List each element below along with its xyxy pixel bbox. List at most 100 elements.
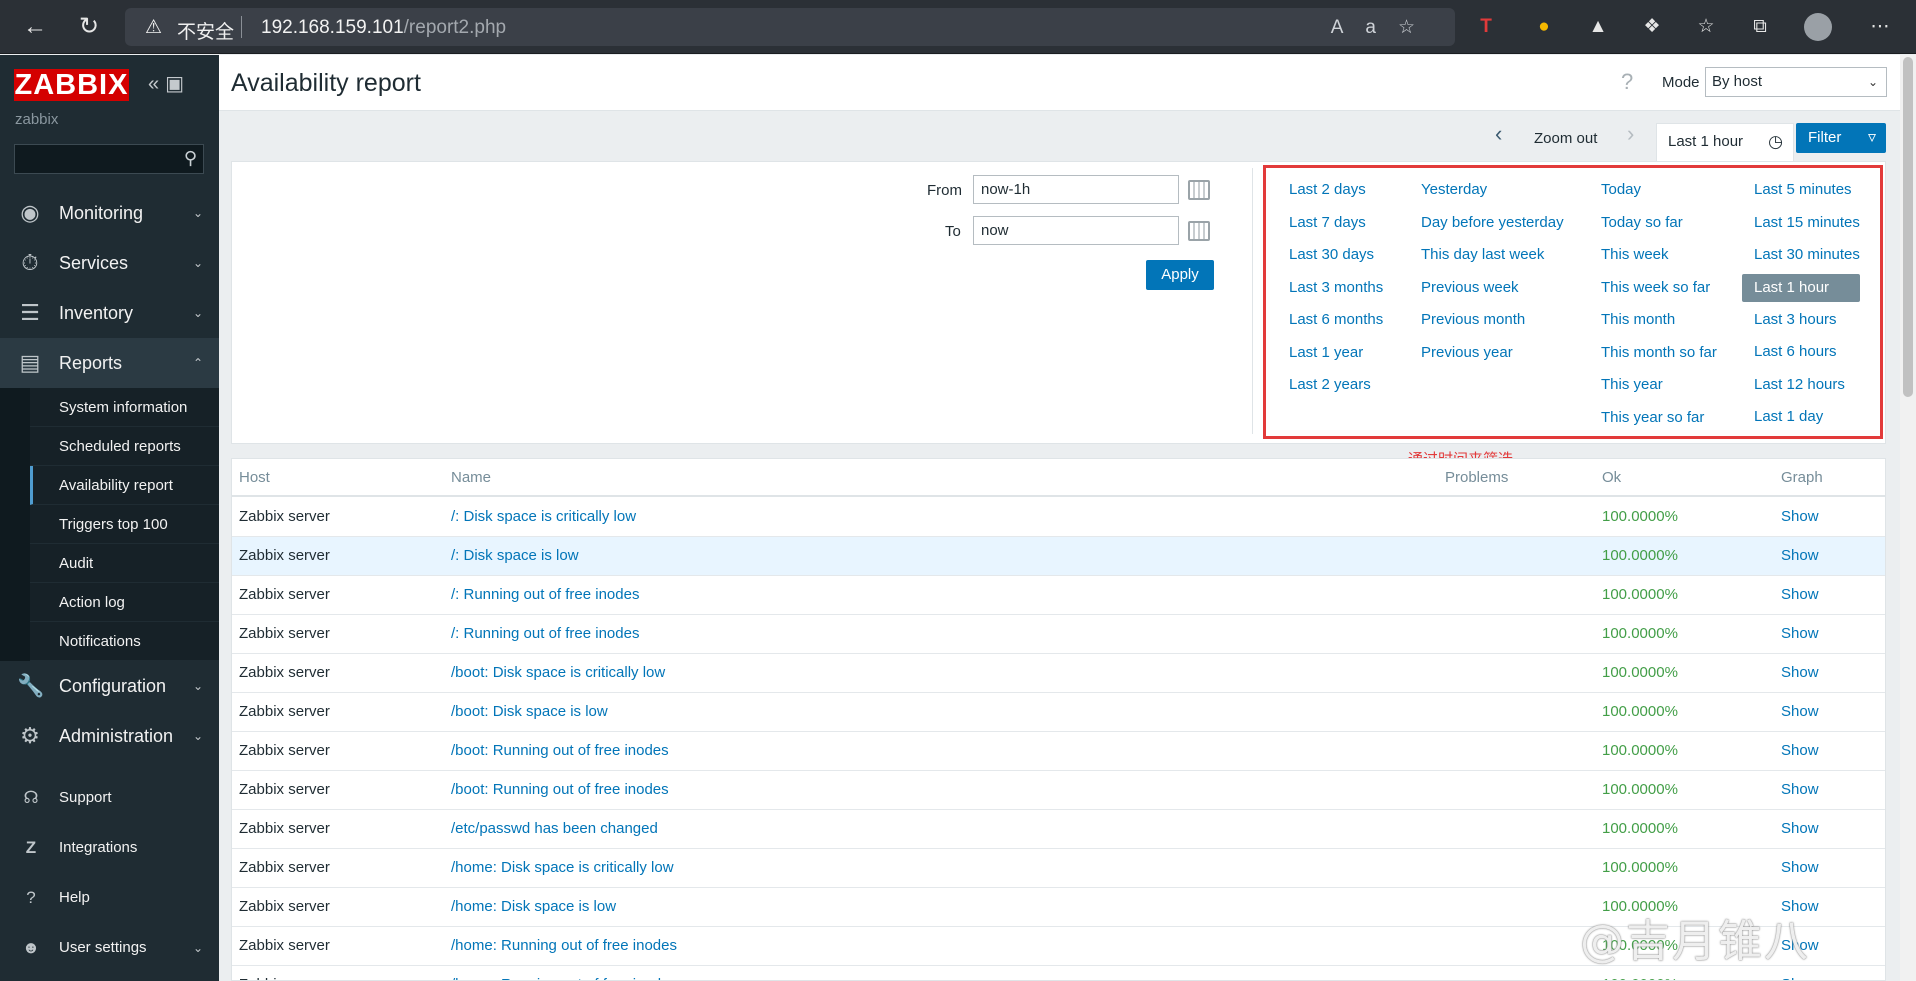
quick-range-link[interactable]: Today bbox=[1601, 179, 1717, 212]
trigger-name-link[interactable]: /: Running out of free inodes bbox=[451, 625, 639, 642]
show-graph-link[interactable]: Show bbox=[1781, 664, 1819, 681]
refresh-icon[interactable]: ↻ bbox=[74, 12, 104, 42]
puzzle-extensions-icon[interactable]: ❖ bbox=[1638, 13, 1666, 41]
menu-help[interactable]: ? Help bbox=[0, 873, 219, 923]
show-graph-link[interactable]: Show bbox=[1781, 703, 1819, 720]
quick-range-link[interactable]: Previous year bbox=[1421, 342, 1564, 375]
translate-icon[interactable]: a bbox=[1365, 17, 1398, 38]
collapse-sidebar-icon[interactable]: « bbox=[148, 73, 165, 95]
read-aloud-icon[interactable]: A bbox=[1331, 17, 1366, 38]
trigger-name-link[interactable]: /: Running out of free inodes bbox=[451, 586, 639, 603]
show-graph-link[interactable]: Show bbox=[1781, 625, 1819, 642]
show-graph-link[interactable]: Show bbox=[1781, 586, 1819, 603]
quick-range-link[interactable]: Last 30 minutes bbox=[1754, 244, 1860, 277]
zabbix-logo[interactable]: ZABBIX bbox=[14, 69, 129, 101]
tp-extension-icon[interactable]: T bbox=[1472, 13, 1500, 41]
quick-range-link[interactable]: Last 2 days bbox=[1289, 179, 1383, 212]
quick-range-link[interactable]: Last 12 hours bbox=[1754, 374, 1860, 407]
menu-services[interactable]: ⏱ Services ⌄ bbox=[0, 238, 219, 288]
menu-inventory[interactable]: ☰ Inventory ⌄ bbox=[0, 288, 219, 338]
quick-range-link[interactable]: Last 5 minutes bbox=[1754, 179, 1860, 212]
quick-range-link[interactable]: This week bbox=[1601, 244, 1717, 277]
search-icon[interactable]: ⚲ bbox=[184, 148, 197, 169]
menu-support[interactable]: ☊ Support bbox=[0, 773, 219, 823]
quick-range-link[interactable]: Day before yesterday bbox=[1421, 212, 1564, 245]
quick-range-link[interactable]: Yesterday bbox=[1421, 179, 1564, 212]
menu-reports[interactable]: ▤ Reports ⌃ bbox=[0, 338, 219, 388]
trigger-name-link[interactable]: /home: Running out of free inodes bbox=[451, 976, 677, 980]
to-input[interactable]: now bbox=[973, 216, 1179, 245]
column-host[interactable]: Host bbox=[239, 469, 270, 486]
help-icon[interactable]: ? bbox=[1621, 69, 1633, 95]
zoom-out-button[interactable]: Zoom out bbox=[1534, 130, 1597, 147]
submenu-scheduled-reports[interactable]: Scheduled reports bbox=[30, 427, 219, 466]
color-extension-icon[interactable]: ● bbox=[1530, 13, 1558, 41]
quick-range-link[interactable]: Last 1 year bbox=[1289, 342, 1383, 375]
trigger-name-link[interactable]: /: Disk space is low bbox=[451, 547, 579, 564]
submenu-notifications[interactable]: Notifications bbox=[30, 622, 219, 661]
mountain-extension-icon[interactable]: ▲ bbox=[1584, 13, 1612, 41]
quick-range-link[interactable]: Last 15 minutes bbox=[1754, 212, 1860, 245]
apply-button[interactable]: Apply bbox=[1146, 260, 1214, 290]
trigger-name-link[interactable]: /boot: Running out of free inodes bbox=[451, 742, 669, 759]
menu-integrations[interactable]: Z Integrations bbox=[0, 823, 219, 873]
submenu-availability-report[interactable]: Availability report bbox=[30, 466, 219, 505]
trigger-name-link[interactable]: /: Disk space is critically low bbox=[451, 508, 636, 525]
submenu-action-log[interactable]: Action log bbox=[30, 583, 219, 622]
quick-range-selected[interactable]: Last 1 hour bbox=[1742, 273, 1860, 302]
trigger-name-link[interactable]: /boot: Disk space is low bbox=[451, 703, 608, 720]
chevron-left-icon[interactable]: ‹ bbox=[1495, 121, 1502, 147]
quick-range-link[interactable]: This month bbox=[1601, 309, 1717, 342]
show-graph-link[interactable]: Show bbox=[1781, 742, 1819, 759]
quick-range-link[interactable]: This year so far bbox=[1601, 407, 1717, 440]
trigger-name-link[interactable]: /boot: Running out of free inodes bbox=[451, 781, 669, 798]
time-range-tab[interactable]: Last 1 hour ◷ bbox=[1656, 123, 1794, 161]
menu-monitoring[interactable]: ◉ Monitoring ⌄ bbox=[0, 188, 219, 238]
quick-range-link[interactable]: Today so far bbox=[1601, 212, 1717, 245]
menu-configuration[interactable]: 🔧 Configuration ⌄ bbox=[0, 661, 219, 711]
calendar-icon[interactable] bbox=[1188, 180, 1210, 200]
sidebar-search-input[interactable]: ⚲ bbox=[14, 144, 204, 174]
show-graph-link[interactable]: Show bbox=[1781, 859, 1819, 876]
submenu-triggers-top-100[interactable]: Triggers top 100 bbox=[30, 505, 219, 544]
trigger-name-link[interactable]: /home: Disk space is low bbox=[451, 898, 616, 915]
quick-range-link[interactable]: Last 6 months bbox=[1289, 309, 1383, 342]
more-menu-icon[interactable]: ⋯ bbox=[1866, 13, 1894, 41]
quick-range-link[interactable]: Last 7 days bbox=[1289, 212, 1383, 245]
trigger-name-link[interactable]: /boot: Disk space is critically low bbox=[451, 664, 665, 681]
show-graph-link[interactable]: Show bbox=[1781, 508, 1819, 525]
quick-range-link[interactable]: This day last week bbox=[1421, 244, 1564, 277]
trigger-name-link[interactable]: /home: Disk space is critically low bbox=[451, 859, 674, 876]
quick-range-link[interactable]: Previous month bbox=[1421, 309, 1564, 342]
favorites-icon[interactable]: ☆ bbox=[1692, 13, 1720, 41]
quick-range-link[interactable]: Previous week bbox=[1421, 277, 1564, 310]
menu-administration[interactable]: ⚙ Administration ⌄ bbox=[0, 711, 219, 761]
quick-range-link[interactable]: Last 3 hours bbox=[1754, 309, 1860, 342]
submenu-system-information[interactable]: System information bbox=[30, 388, 219, 427]
profile-avatar[interactable] bbox=[1804, 13, 1832, 41]
scrollbar-thumb[interactable] bbox=[1903, 57, 1913, 397]
quick-range-link[interactable]: Last 30 days bbox=[1289, 244, 1383, 277]
trigger-name-link[interactable]: /home: Running out of free inodes bbox=[451, 937, 677, 954]
filter-button[interactable]: Filter ▿ bbox=[1796, 123, 1886, 153]
mode-select[interactable]: By host ⌄ bbox=[1705, 67, 1887, 97]
quick-range-link[interactable]: Last 2 years bbox=[1289, 374, 1383, 407]
page-scrollbar[interactable] bbox=[1900, 55, 1916, 981]
quick-range-link[interactable]: This week so far bbox=[1601, 277, 1717, 310]
chevron-right-icon[interactable]: › bbox=[1627, 121, 1634, 147]
quick-range-link[interactable]: This year bbox=[1601, 374, 1717, 407]
collections-icon[interactable]: ⧉ bbox=[1746, 13, 1774, 41]
quick-range-link[interactable]: Last 6 hours bbox=[1754, 341, 1860, 374]
column-name[interactable]: Name bbox=[451, 469, 491, 486]
show-graph-link[interactable]: Show bbox=[1781, 781, 1819, 798]
quick-range-link[interactable]: Last 3 months bbox=[1289, 277, 1383, 310]
back-arrow-icon[interactable]: ← bbox=[20, 12, 50, 42]
submenu-audit[interactable]: Audit bbox=[30, 544, 219, 583]
address-bar[interactable]: ⚠ 不安全 192.168.159.101/report2.php Aa☆ bbox=[125, 8, 1455, 46]
kiosk-mode-icon[interactable]: ▣ bbox=[165, 73, 190, 95]
show-graph-link[interactable]: Show bbox=[1781, 820, 1819, 837]
menu-user-settings[interactable]: ☻ User settings ⌄ bbox=[0, 923, 219, 973]
calendar-icon[interactable] bbox=[1188, 221, 1210, 241]
show-graph-link[interactable]: Show bbox=[1781, 976, 1819, 980]
quick-range-link[interactable]: This month so far bbox=[1601, 342, 1717, 375]
